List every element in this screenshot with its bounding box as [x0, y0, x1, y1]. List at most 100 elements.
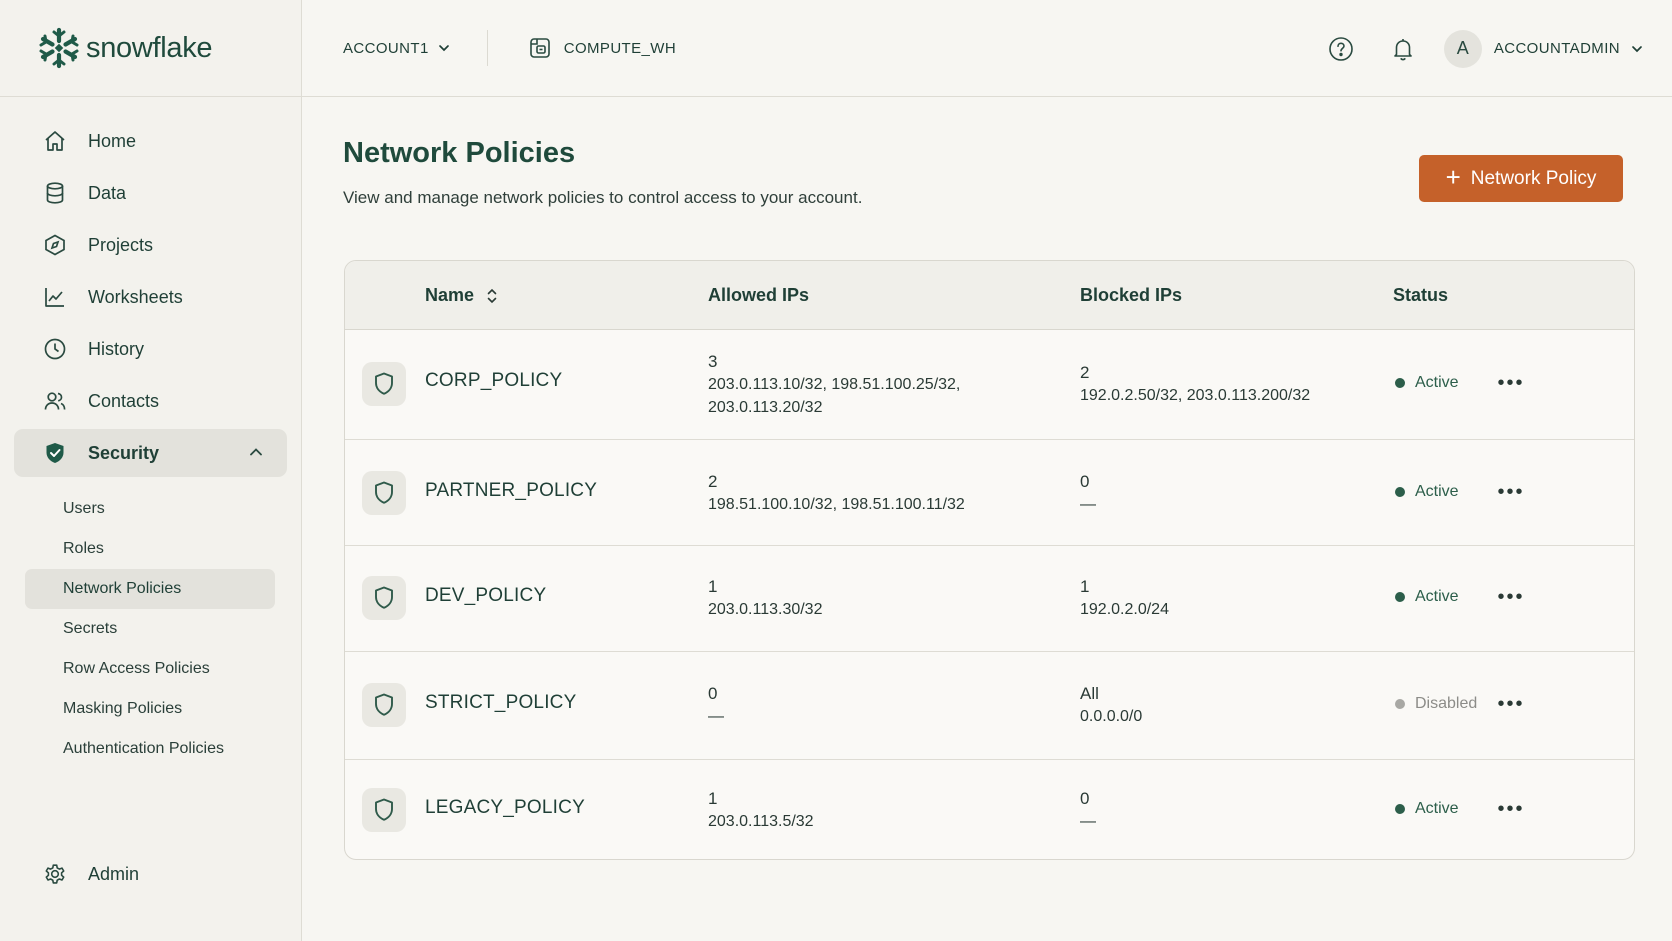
- blocked-ip-list: —: [1080, 813, 1096, 830]
- subnav-item-row-access-policies[interactable]: Row Access Policies: [25, 649, 275, 689]
- sidebar-item-admin[interactable]: Admin: [14, 850, 287, 898]
- allowed-ips-cell: 1 203.0.113.5/32: [708, 787, 814, 833]
- table-row[interactable]: PARTNER_POLICY 2 198.51.100.10/32, 198.5…: [345, 440, 1634, 546]
- more-options-icon[interactable]: •••: [1496, 798, 1526, 820]
- blocked-ip-list: 192.0.2.0/24: [1080, 601, 1169, 618]
- sidebar-item-contacts[interactable]: Contacts: [14, 377, 287, 425]
- brand[interactable]: snowflake: [0, 0, 301, 97]
- allowed-ip-count: 1: [708, 789, 718, 808]
- more-options-icon[interactable]: •••: [1496, 693, 1526, 715]
- status-badge: Disabled: [1395, 695, 1477, 713]
- sidebar-item-label: Home: [88, 130, 137, 151]
- warehouse-icon: [528, 36, 552, 60]
- chevron-down-icon: [1630, 42, 1644, 56]
- subnav-item-authentication-policies[interactable]: Authentication Policies: [25, 729, 275, 769]
- allowed-ip-list: 203.0.113.5/32: [708, 813, 814, 830]
- chevron-up-icon[interactable]: [247, 443, 265, 461]
- sidebar-item-label: Projects: [88, 234, 154, 255]
- warehouse-name: COMPUTE_WH: [563, 39, 677, 57]
- help-icon[interactable]: [1326, 34, 1356, 64]
- table-header: Name Allowed IPs Blocked IPs Status: [345, 261, 1634, 330]
- avatar[interactable]: A: [1443, 29, 1482, 68]
- clock-icon: [42, 336, 68, 362]
- subnav-item-users[interactable]: Users: [25, 489, 275, 529]
- sidebar-item-history[interactable]: History: [14, 325, 287, 373]
- column-header-status: Status: [1393, 285, 1449, 305]
- sidebar-item-worksheets[interactable]: Worksheets: [14, 273, 287, 321]
- blocked-ips-cell: All 0.0.0.0/0: [1080, 682, 1142, 728]
- sidebar-item-label: Contacts: [88, 390, 160, 411]
- status-dot-icon: [1395, 699, 1405, 709]
- more-options-icon[interactable]: •••: [1496, 372, 1526, 394]
- status-dot-icon: [1395, 378, 1405, 388]
- main-nav: Home Data Projects Worksheets History Co…: [0, 97, 301, 477]
- sidebar-item-label: Worksheets: [88, 286, 183, 307]
- sidebar-item-security[interactable]: Security: [14, 429, 287, 477]
- allowed-ips-cell: 1 203.0.113.30/32: [708, 575, 822, 621]
- policy-name[interactable]: CORP_POLICY: [425, 370, 562, 392]
- blocked-ip-count: 2: [1080, 363, 1090, 382]
- column-header-name[interactable]: Name: [425, 261, 498, 330]
- subnav-item-network-policies[interactable]: Network Policies: [25, 569, 275, 609]
- status-label: Active: [1415, 483, 1459, 500]
- account-name: ACCOUNT1: [343, 39, 429, 57]
- blocked-ips-cell: 2 192.0.2.50/32, 203.0.113.200/32: [1080, 361, 1310, 407]
- policy-name[interactable]: PARTNER_POLICY: [425, 480, 597, 502]
- table-row[interactable]: CORP_POLICY 3 203.0.113.10/32, 198.51.10…: [345, 330, 1634, 440]
- more-options-icon[interactable]: •••: [1496, 586, 1526, 608]
- policy-name[interactable]: STRICT_POLICY: [425, 692, 576, 714]
- users-icon: [42, 388, 68, 414]
- status-label: Disabled: [1415, 695, 1478, 712]
- allowed-ip-list: —: [708, 708, 724, 725]
- sidebar-item-label: Admin: [88, 863, 140, 884]
- page-subtitle: View and manage network policies to cont…: [343, 188, 863, 207]
- status-badge: Active: [1395, 588, 1459, 606]
- sidebar-item-projects[interactable]: Projects: [14, 221, 287, 269]
- snowflake-logo-icon: [38, 27, 80, 69]
- sidebar-item-data[interactable]: Data: [14, 169, 287, 217]
- sidebar: snowflake Home Data Projects Worksheets: [0, 0, 302, 941]
- status-badge: Active: [1395, 800, 1459, 818]
- security-subnav: Users Roles Network Policies Secrets Row…: [0, 481, 301, 769]
- top-bar: ACCOUNT1 COMPUTE_WH A ACCOUNTADMIN: [302, 0, 1672, 97]
- policy-name[interactable]: LEGACY_POLICY: [425, 797, 585, 819]
- sidebar-item-home[interactable]: Home: [14, 117, 287, 165]
- account-selector[interactable]: ACCOUNT1: [343, 40, 451, 57]
- subnav-item-roles[interactable]: Roles: [25, 529, 275, 569]
- role-selector[interactable]: ACCOUNTADMIN: [1494, 40, 1644, 57]
- blocked-ip-count: 0: [1080, 472, 1090, 491]
- table-row[interactable]: STRICT_POLICY 0 — All 0.0.0.0/0 Disabled…: [345, 652, 1634, 760]
- table-row[interactable]: DEV_POLICY 1 203.0.113.30/32 1 192.0.2.0…: [345, 546, 1634, 652]
- shield-icon: [362, 683, 406, 727]
- admin-section: Admin: [14, 850, 287, 898]
- status-label: Active: [1415, 374, 1459, 391]
- blocked-ip-count: 1: [1080, 577, 1090, 596]
- role-name: ACCOUNTADMIN: [1493, 40, 1620, 57]
- topbar-actions: A ACCOUNTADMIN: [1326, 0, 1644, 97]
- blocked-ips-cell: 0 —: [1080, 470, 1096, 516]
- blocked-ip-count: 0: [1080, 789, 1090, 808]
- compass-icon: [42, 232, 68, 258]
- blocked-ip-count: All: [1080, 684, 1099, 703]
- create-network-policy-button[interactable]: + Network Policy: [1419, 155, 1623, 202]
- allowed-ip-count: 1: [708, 577, 718, 596]
- create-button-label: Network Policy: [1470, 167, 1597, 189]
- allowed-ip-count: 2: [708, 472, 718, 491]
- subnav-item-masking-policies[interactable]: Masking Policies: [25, 689, 275, 729]
- allowed-ip-count: 0: [708, 684, 718, 703]
- status-label: Active: [1415, 800, 1459, 817]
- allowed-ip-list: 203.0.113.10/32, 198.51.100.25/32,: [708, 376, 961, 393]
- status-dot-icon: [1395, 804, 1405, 814]
- subnav-item-secrets[interactable]: Secrets: [25, 609, 275, 649]
- policy-name[interactable]: DEV_POLICY: [425, 585, 546, 607]
- warehouse-selector[interactable]: COMPUTE_WH: [528, 36, 676, 60]
- table-row[interactable]: LEGACY_POLICY 1 203.0.113.5/32 0 — Activ…: [345, 760, 1634, 859]
- sort-icon[interactable]: [486, 287, 498, 305]
- sidebar-item-label: Security: [88, 442, 160, 463]
- bell-icon[interactable]: [1388, 34, 1418, 64]
- brand-name: snowflake: [86, 31, 213, 64]
- more-options-icon[interactable]: •••: [1496, 481, 1526, 503]
- gear-icon: [42, 861, 68, 887]
- blocked-ip-list: —: [1080, 496, 1096, 513]
- column-header-allowed-ips: Allowed IPs: [708, 285, 810, 305]
